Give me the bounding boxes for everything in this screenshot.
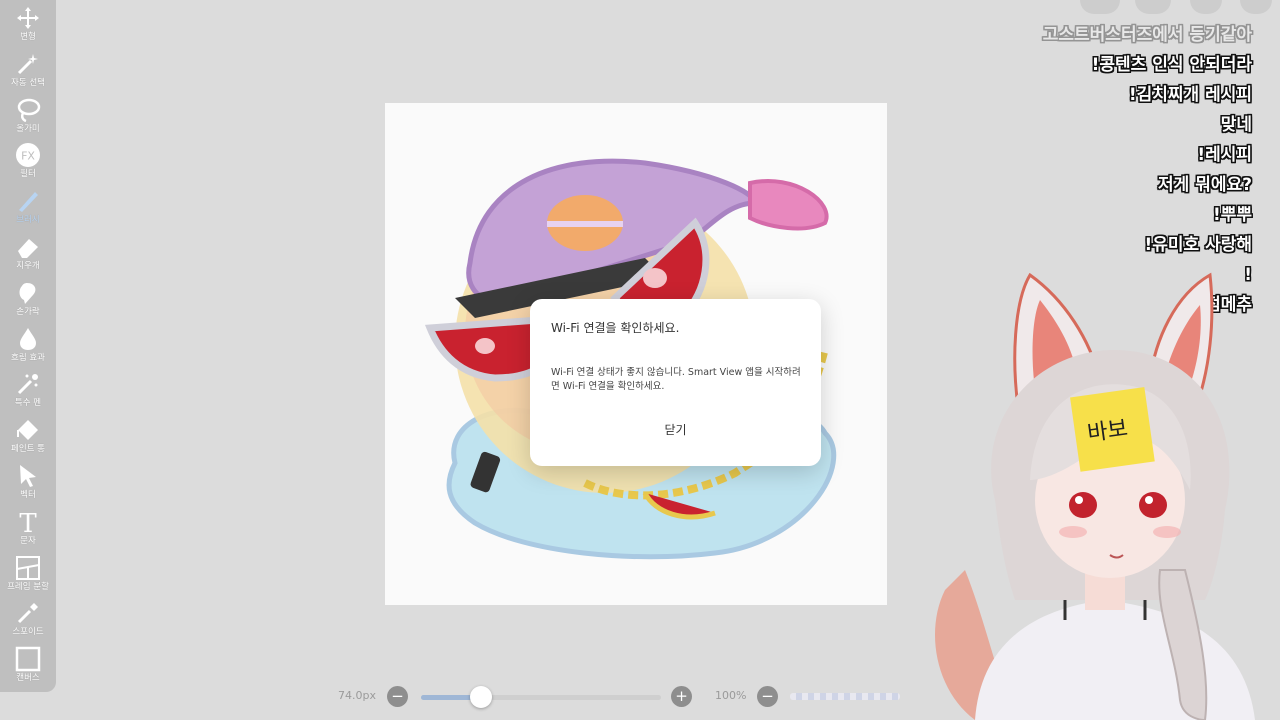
tool-vector-cursor[interactable]: 벡터 (0, 463, 56, 507)
eyedropper-icon (15, 600, 41, 626)
blur-drop-icon (15, 326, 41, 352)
opacity-value: 100% (715, 689, 747, 702)
eraser-icon (15, 234, 41, 260)
tool-label: 손가락 (16, 306, 40, 317)
svg-text:T: T (19, 509, 37, 535)
tool-lasso[interactable]: 올가미 (0, 97, 56, 141)
brush-icon (15, 188, 41, 214)
chat-message: !김치찌개 레시피 (1128, 85, 1252, 105)
tool-label: 흐림 효과 (11, 352, 45, 363)
tool-brush[interactable]: 브러시 (0, 188, 56, 232)
opacity-slider[interactable] (790, 693, 900, 700)
chat-message: !뿌뿌 (1212, 205, 1252, 225)
layers-icon[interactable] (1190, 0, 1222, 14)
text-icon: T (15, 509, 41, 535)
chat-message: 고스트버스터즈에서 등기같아 (1042, 25, 1252, 45)
dialog-message: Wi-Fi 연결 상태가 좋지 않습니다. Smart View 앱을 시작하려… (551, 367, 801, 392)
tool-label: 필터 (20, 169, 36, 180)
smudge-icon (15, 280, 41, 306)
chat-message: 맞네 (1220, 115, 1252, 135)
opacity-decrease-button[interactable]: − (757, 686, 778, 707)
chat-message: !콩텐츠 인식 안되더라 (1091, 55, 1252, 75)
vector-cursor-icon (15, 463, 41, 489)
tool-label: 지우개 (16, 261, 40, 271)
toggle-icon[interactable] (1080, 0, 1120, 14)
lasso-icon (15, 97, 41, 123)
tool-label: 문자 (20, 535, 36, 546)
left-toolbar: 변형자동 선택올가미 FX 필터브러시지우개손가락흐림 효과특수 펜페인트 통벡터 T… (0, 0, 56, 692)
canvas-icon (15, 646, 41, 672)
tool-special-pen[interactable]: 특수 펜 (0, 371, 56, 415)
brush-size-value: 74.0px (338, 689, 376, 702)
brush-size-slider[interactable] (421, 686, 661, 708)
tool-smudge[interactable]: 손가락 (0, 280, 56, 324)
tool-blur-drop[interactable]: 흐림 효과 (0, 326, 56, 370)
svg-text:FX: FX (21, 150, 35, 163)
brush-size-increase-button[interactable]: + (671, 686, 692, 707)
tool-frame-divider[interactable]: 프레임 분할 (0, 555, 56, 599)
move-icon (15, 5, 41, 31)
tool-move[interactable]: 변형 (0, 5, 56, 49)
frame-divider-icon (15, 555, 41, 581)
tool-label: 특수 펜 (14, 398, 42, 409)
wifi-warning-dialog: Wi-Fi 연결을 확인하세요. Wi-Fi 연결 상태가 좋지 않습니다. S… (530, 299, 821, 466)
sticky-note-text: 바보 (1085, 416, 1130, 447)
tool-text[interactable]: T 문자 (0, 509, 56, 553)
brush-size-decrease-button[interactable]: − (387, 686, 408, 707)
tool-label: 올가미 (16, 123, 40, 134)
chat-message: !레시피 (1197, 145, 1252, 165)
tool-label: 벡터 (20, 490, 36, 500)
chat-message: 저게 뭐에요? (1158, 175, 1252, 195)
vtuber-avatar (935, 272, 1255, 720)
tool-label: 캔버스 (16, 673, 40, 684)
tool-eraser[interactable]: 지우개 (0, 234, 56, 278)
menu-grid-icon[interactable] (1135, 0, 1171, 14)
close-button[interactable]: 닫기 (530, 420, 821, 439)
chat-message: !유미호 사랑해 (1144, 235, 1252, 255)
tool-paint-bucket[interactable]: 페인트 통 (0, 417, 56, 461)
special-pen-icon (15, 371, 41, 397)
tool-label: 페인트 통 (11, 444, 45, 455)
tool-label: 스포이드 (12, 627, 44, 638)
tool-label: 프레임 분할 (7, 581, 49, 592)
tool-label: 자동 선택 (11, 77, 45, 88)
pen-settings-icon[interactable] (1240, 0, 1272, 14)
magic-wand-icon (15, 51, 41, 77)
tool-canvas[interactable]: 캔버스 (0, 646, 56, 690)
tool-eyedropper[interactable]: 스포이드 (0, 600, 56, 644)
fx-filter-icon: FX (15, 142, 41, 168)
tool-fx-filter[interactable]: FX 필터 (0, 142, 56, 186)
dialog-title: Wi-Fi 연결을 확인하세요. (551, 321, 680, 335)
tool-label: 브러시 (16, 215, 40, 226)
paint-bucket-icon (15, 417, 41, 443)
tool-label: 변형 (20, 32, 36, 42)
slider-thumb[interactable] (470, 686, 492, 708)
tool-magic-wand[interactable]: 자동 선택 (0, 51, 56, 95)
